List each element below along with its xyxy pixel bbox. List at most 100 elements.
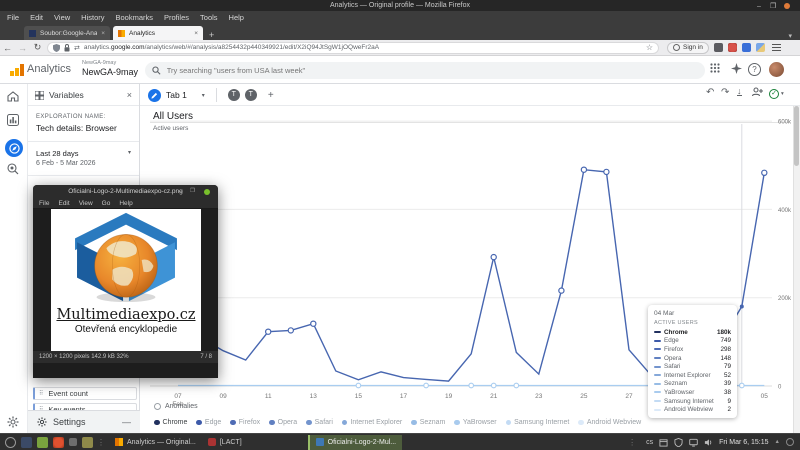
extension-icon[interactable]: [728, 43, 737, 52]
menu-item-edit[interactable]: Edit: [58, 200, 69, 207]
menu-item-view[interactable]: View: [54, 13, 70, 22]
menu-item-edit[interactable]: Edit: [30, 13, 43, 22]
show-desktop-icon[interactable]: ▲: [775, 439, 780, 445]
volume-tray-icon[interactable]: [704, 438, 713, 447]
legend-item-safari[interactable]: Safari: [306, 419, 333, 426]
status-dropdown-icon[interactable]: ▾: [781, 91, 784, 97]
green-app-icon[interactable]: [37, 437, 48, 448]
keyboard-layout[interactable]: cs: [646, 439, 653, 446]
legend-item-firefox[interactable]: Firefox: [230, 419, 260, 426]
lock-icon[interactable]: [64, 44, 70, 52]
legend-item-edge[interactable]: Edge: [196, 419, 221, 426]
tray-circle-icon[interactable]: [786, 438, 794, 446]
task-analytics[interactable]: Analytics — Original...: [109, 435, 202, 450]
insights-sparkle-icon[interactable]: [729, 63, 743, 77]
home-icon[interactable]: [7, 89, 21, 103]
clock[interactable]: Fri Mar 6, 15:15: [719, 439, 768, 446]
settings-panel-bar[interactable]: Settings —: [28, 410, 140, 433]
viewer-titlebar[interactable]: Oficialni-Logo-2-Multimediaexpo-cz.png –…: [33, 185, 218, 198]
screenshot-extension-icon[interactable]: [756, 43, 765, 52]
legend-item-android-webview[interactable]: Android Webview: [578, 419, 641, 426]
image-viewer-window[interactable]: Oficialni-Logo-2-Multimediaexpo-cz.png –…: [33, 185, 218, 378]
legend-item-samsung-internet[interactable]: Samsung Internet: [506, 419, 570, 426]
orange-app-icon[interactable]: [53, 437, 64, 448]
anomalies-checkbox-icon[interactable]: [154, 403, 161, 410]
back-icon[interactable]: ←: [0, 43, 15, 53]
menu-item-tools[interactable]: Tools: [200, 13, 218, 22]
update-tray-icon[interactable]: [659, 438, 668, 447]
legend-item-internet-explorer[interactable]: Internet Explorer: [342, 419, 402, 426]
app-menu-icon[interactable]: [5, 437, 16, 448]
url-bar[interactable]: ⇄ analytics.google.com/analytics/web/#/a…: [47, 42, 659, 54]
saved-status-chip[interactable]: ✓ ▾: [766, 87, 792, 101]
menu-item-file[interactable]: File: [7, 13, 19, 22]
help-icon[interactable]: ?: [748, 63, 761, 76]
tab-close-icon[interactable]: ×: [194, 30, 198, 37]
menu-item-history[interactable]: History: [81, 13, 104, 22]
menu-item-help[interactable]: Help: [229, 13, 244, 22]
menu-item-help[interactable]: Help: [119, 200, 132, 207]
date-dropdown-icon[interactable]: ▾: [128, 149, 131, 167]
collapse-settings-icon[interactable]: —: [122, 417, 131, 427]
search-input[interactable]: [167, 66, 698, 75]
close-icon[interactable]: [784, 3, 790, 9]
small-app-icon[interactable]: [69, 438, 77, 446]
anomalies-toggle[interactable]: Anomalies: [154, 403, 198, 410]
screen-app-icon[interactable]: [21, 437, 32, 448]
extension-icon[interactable]: [742, 43, 751, 52]
reports-icon[interactable]: [7, 113, 21, 127]
legend-item-chrome[interactable]: Chrome: [154, 419, 187, 426]
viewer-maximize-icon[interactable]: ❐: [190, 185, 195, 198]
reload-icon[interactable]: ↻: [30, 42, 45, 53]
admin-gear-icon[interactable]: [7, 415, 21, 429]
viewer-minimize-icon[interactable]: –: [179, 185, 183, 198]
advertising-icon[interactable]: [7, 162, 21, 176]
redo-icon[interactable]: ↷: [721, 87, 729, 98]
legend-item-yabrowser[interactable]: YaBrowser: [454, 419, 496, 426]
legend-item-opera[interactable]: Opera: [269, 419, 297, 426]
menu-item-bookmarks[interactable]: Bookmarks: [116, 13, 154, 22]
bookmark-star-icon[interactable]: ☆: [646, 43, 653, 52]
close-variables-icon[interactable]: ×: [127, 90, 132, 100]
browser-tab-wiki[interactable]: Soubor:Google-Analytics-4i ×: [24, 26, 110, 40]
drag-handle-icon[interactable]: ⠿: [39, 390, 44, 397]
list-tabs-icon[interactable]: ▾: [788, 32, 792, 40]
forward-icon[interactable]: →: [15, 43, 30, 53]
tab-close-icon[interactable]: ×: [101, 30, 105, 37]
apps-grid-icon[interactable]: [708, 63, 722, 77]
viewer-close-icon[interactable]: [204, 189, 210, 195]
container-extension-icon[interactable]: [714, 43, 723, 52]
display-tray-icon[interactable]: [689, 438, 698, 447]
menu-item-go[interactable]: Go: [102, 200, 111, 207]
metric-item-event-count[interactable]: ⠿ Event count: [33, 387, 137, 400]
tab-thumb-2[interactable]: T: [245, 89, 257, 101]
ga-property-selector[interactable]: NewGA-9may: [82, 67, 138, 77]
browser-tab-analytics[interactable]: Analytics ×: [113, 26, 203, 40]
explore-icon[interactable]: [5, 139, 23, 157]
scrollbar-thumb[interactable]: [794, 106, 799, 166]
user-avatar[interactable]: [769, 62, 784, 77]
menu-item-profiles[interactable]: Profiles: [164, 13, 189, 22]
shield-icon[interactable]: [53, 44, 60, 52]
menu-item-view[interactable]: View: [79, 200, 93, 207]
tab-dropdown-icon[interactable]: ▾: [202, 92, 205, 99]
tab-thumb-1[interactable]: T: [228, 89, 240, 101]
share-user-icon[interactable]: [752, 87, 763, 100]
date-range-picker[interactable]: Last 28 days 6 Feb - 5 Mar 2026: [36, 149, 96, 167]
exploration-name-value[interactable]: Tech details: Browser: [36, 123, 131, 133]
menu-item-file[interactable]: File: [39, 200, 49, 207]
files-app-icon[interactable]: [82, 437, 93, 448]
undo-icon[interactable]: ↶: [706, 87, 714, 98]
task-image-viewer[interactable]: Oficialni-Logo-2-Mul...: [308, 435, 402, 450]
sign-in-button[interactable]: Sign in: [667, 42, 709, 54]
permissions-icon[interactable]: ⇄: [74, 44, 80, 52]
export-icon[interactable]: ↓: [737, 87, 742, 96]
task-lact[interactable]: [LACT]: [202, 435, 248, 450]
menu-hamburger-icon[interactable]: [772, 44, 781, 45]
legend-item-seznam[interactable]: Seznam: [411, 419, 445, 426]
exploration-tab[interactable]: Tab 1 ▾ T T +: [148, 88, 274, 102]
ga-search[interactable]: [145, 62, 705, 79]
new-tab-button[interactable]: +: [209, 30, 214, 40]
shield-tray-icon[interactable]: [674, 438, 683, 447]
add-tab-icon[interactable]: +: [268, 90, 274, 101]
